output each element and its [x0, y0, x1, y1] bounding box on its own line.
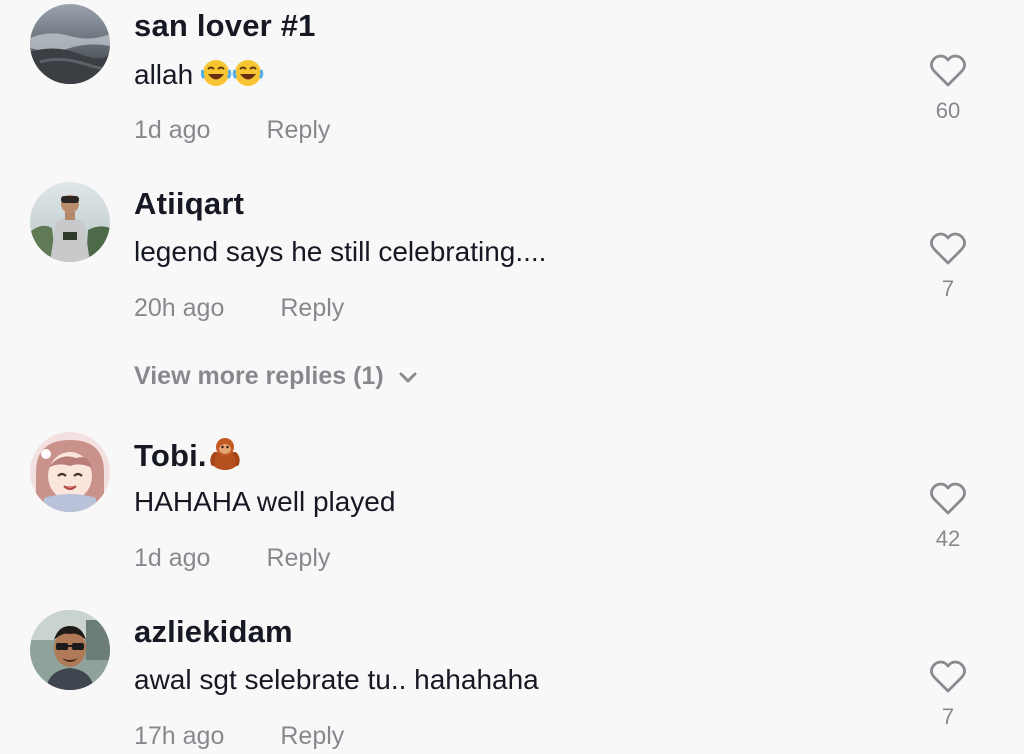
- comment-username[interactable]: san lover #1: [134, 8, 316, 44]
- avatar[interactable]: [30, 432, 110, 512]
- comment-time: 1d ago: [134, 116, 211, 144]
- comment-text: allah: [134, 58, 265, 95]
- comment-meta: 1d ago Reply: [134, 544, 330, 573]
- avatar[interactable]: [30, 4, 110, 84]
- orangutan-emoji-icon: [207, 436, 243, 478]
- reply-button[interactable]: Reply: [280, 294, 344, 322]
- heart-icon: [930, 232, 966, 265]
- comment-meta: 1d ago Reply: [134, 116, 330, 145]
- avatar-image: [30, 182, 110, 262]
- comment-time: 17h ago: [134, 722, 225, 750]
- comment-text-content: allah: [134, 59, 194, 90]
- like-button[interactable]: 7: [920, 232, 976, 302]
- comment-username[interactable]: Atiiqart: [134, 186, 244, 222]
- comment-list: san lover #1 allah 1d ago Reply 60 Atiiq…: [0, 0, 1024, 754]
- avatar[interactable]: [30, 610, 110, 690]
- like-count: 7: [941, 704, 955, 729]
- chevron-down-icon: [398, 363, 418, 392]
- like-button[interactable]: 42: [920, 482, 976, 552]
- comment-meta: 17h ago Reply: [134, 722, 344, 751]
- comment-meta: 20h ago Reply: [134, 294, 344, 323]
- like-count: 60: [935, 98, 961, 123]
- view-more-replies-label: View more replies (1): [134, 362, 384, 390]
- avatar-image: [30, 432, 110, 512]
- like-button[interactable]: 7: [920, 660, 976, 730]
- like-button[interactable]: 60: [920, 54, 976, 124]
- heart-icon: [930, 660, 966, 693]
- like-count: 7: [941, 276, 955, 301]
- heart-icon: [930, 54, 966, 87]
- avatar-image: [30, 4, 110, 84]
- comment-username[interactable]: azliekidam: [134, 614, 293, 650]
- reply-button[interactable]: Reply: [280, 722, 344, 750]
- reply-button[interactable]: Reply: [266, 116, 330, 144]
- reply-button[interactable]: Reply: [266, 544, 330, 572]
- avatar-image: [30, 610, 110, 690]
- view-more-replies-button[interactable]: View more replies (1): [134, 362, 418, 392]
- comment-time: 1d ago: [134, 544, 211, 572]
- comment-username-text: Tobi.: [134, 438, 207, 473]
- comment-text: awal sgt selebrate tu.. hahahaha: [134, 664, 539, 695]
- avatar[interactable]: [30, 182, 110, 262]
- like-count: 42: [935, 526, 961, 551]
- comment-username[interactable]: Tobi.: [134, 436, 243, 478]
- laughing-emoji-icon: [200, 58, 265, 95]
- comment-time: 20h ago: [134, 294, 225, 322]
- comment-text: legend says he still celebrating....: [134, 236, 547, 267]
- comment-text: HAHAHA well played: [134, 486, 396, 517]
- heart-icon: [930, 482, 966, 515]
